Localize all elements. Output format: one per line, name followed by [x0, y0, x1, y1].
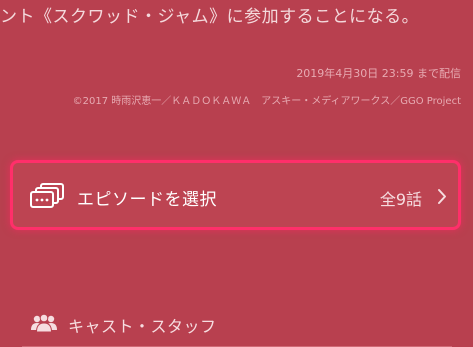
copyright-notice: ©2017 時雨沢恵一／ＫＡＤＯＫＡＷＡ アスキー・メディアワークス／GGO P… [72, 96, 461, 107]
episodes-stack-icon [30, 183, 64, 208]
chevron-right-icon [438, 189, 446, 204]
cast-staff-row[interactable]: キャスト・スタッフ [0, 305, 473, 347]
synopsis-text: ント《スクワッド・ジャム》に参加することになる。 [0, 7, 420, 27]
episode-count: 全9話 [379, 190, 422, 209]
people-icon [31, 313, 57, 333]
cast-staff-label: キャスト・スタッフ [68, 317, 217, 336]
episode-select-button[interactable]: エピソードを選択 全9話 [10, 160, 461, 230]
episode-select-label: エピソードを選択 [77, 190, 217, 210]
availability-deadline: 2019年4月30日 23:59 まで配信 [296, 67, 461, 80]
